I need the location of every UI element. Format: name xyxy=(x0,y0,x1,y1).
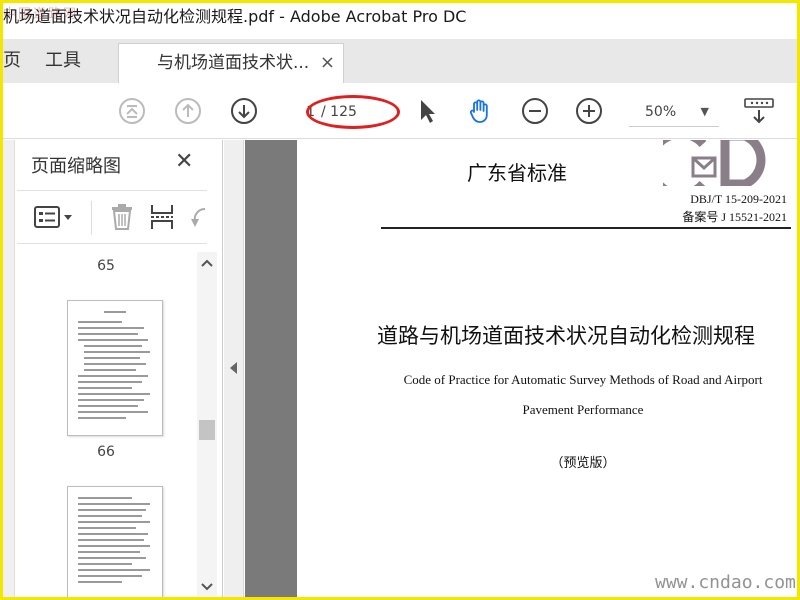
watermark-bottom: www.cndao.com xyxy=(655,572,796,593)
tab-home-partial[interactable]: 页 xyxy=(3,39,21,83)
first-page-icon[interactable] xyxy=(118,97,146,125)
page-thumbnail[interactable] xyxy=(67,486,163,597)
zoom-in-icon[interactable] xyxy=(575,97,603,125)
scroll-down-icon[interactable] xyxy=(201,582,213,592)
thumbnail-label: 65 xyxy=(97,258,115,274)
zoom-level-select[interactable]: 50% ▼ xyxy=(629,97,719,127)
panel-strip xyxy=(3,140,15,597)
thumbnail-options-icon[interactable] xyxy=(33,203,75,231)
document-page: 广东省标准 GD DBJ/T 15-209-2021 备案号 J 15521-2… xyxy=(297,140,797,597)
delete-page-icon[interactable] xyxy=(109,203,135,231)
thumbnail-label: 66 xyxy=(97,444,115,460)
toolbar: 1 / 125 50% ▼ xyxy=(3,83,797,139)
record-number: 备案号 J 15521-2021 xyxy=(682,210,787,224)
header-rule xyxy=(381,227,791,229)
panel-toolbar xyxy=(17,190,207,244)
standard-title: 广东省标准 xyxy=(467,161,567,185)
hand-tool-icon[interactable] xyxy=(466,97,494,125)
document-title-cn: 道路与机场道面技术状况自动化检测规程 xyxy=(377,324,755,348)
zoom-out-icon[interactable] xyxy=(521,97,549,125)
preview-note: （预览版） xyxy=(550,456,616,471)
zoom-level-value: 50% xyxy=(645,104,677,120)
gd-logo-icon: GD xyxy=(663,140,766,186)
thumbnail-scrollbar[interactable] xyxy=(197,252,217,597)
scroll-up-icon[interactable] xyxy=(201,258,213,268)
thumbnail-list[interactable]: 65 66 xyxy=(17,252,195,597)
previous-page-icon[interactable] xyxy=(174,97,202,125)
more-tools-icon[interactable] xyxy=(743,97,775,125)
document-title-en-line1: Code of Practice for Automatic Survey Me… xyxy=(403,372,763,387)
rotate-page-icon[interactable] xyxy=(189,203,207,231)
tab-document-label: 与机场道面技术状... xyxy=(157,53,310,73)
red-annotation-oval xyxy=(306,95,400,129)
tool-divider xyxy=(91,201,92,235)
extract-page-icon[interactable] xyxy=(149,203,175,231)
watermark-top: 中国道路网 xyxy=(3,7,79,22)
document-viewer[interactable]: 广东省标准 GD DBJ/T 15-209-2021 备案号 J 15521-2… xyxy=(245,140,797,597)
tab-bar: 页 工具 与机场道面技术状... × xyxy=(3,39,797,83)
document-title-en-line2: Pavement Performance xyxy=(522,402,644,417)
panel-close-button[interactable]: ✕ xyxy=(175,149,193,174)
panel-title: 页面缩略图 xyxy=(31,156,121,177)
tab-document[interactable]: 与机场道面技术状... × xyxy=(118,43,344,83)
next-page-icon[interactable] xyxy=(230,97,258,125)
standard-code: DBJ/T 15-209-2021 xyxy=(690,192,787,206)
tab-close-button[interactable]: × xyxy=(320,44,335,82)
page-thumbnail[interactable] xyxy=(67,300,163,436)
page-thumbnails-panel: 页面缩略图 ✕ 65 66 xyxy=(3,140,223,597)
tab-tools[interactable]: 工具 xyxy=(45,39,81,83)
title-bar: 机场道面技术状况自动化检测规程.pdf - Adobe Acrobat Pro … xyxy=(3,3,797,37)
select-cursor-icon[interactable] xyxy=(413,97,441,125)
panel-collapse-handle[interactable] xyxy=(224,140,244,597)
scrollbar-thumb[interactable] xyxy=(199,420,215,440)
chevron-down-icon: ▼ xyxy=(700,105,709,118)
acrobat-window: 机场道面技术状况自动化检测规程.pdf - Adobe Acrobat Pro … xyxy=(3,3,797,597)
chevron-left-icon xyxy=(230,362,237,374)
